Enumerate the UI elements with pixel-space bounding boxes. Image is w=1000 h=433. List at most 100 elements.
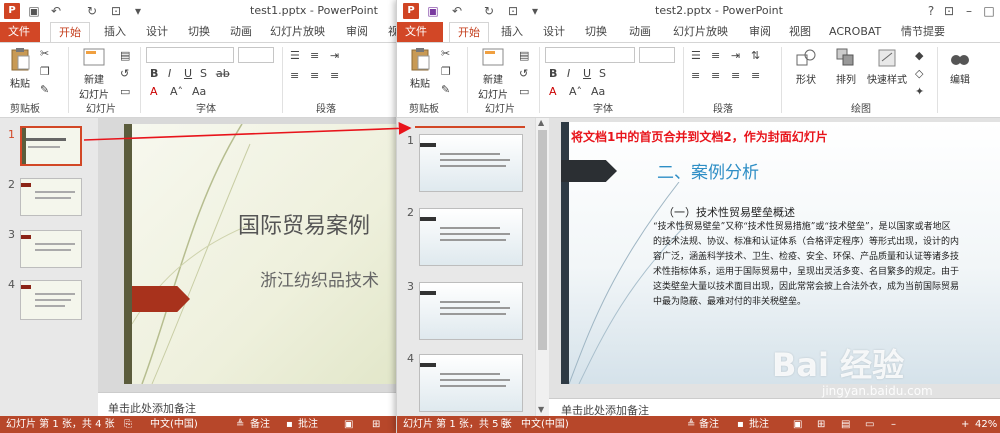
redo-icon[interactable]: ↻: [84, 3, 100, 19]
tab-view[interactable]: 视图: [781, 22, 819, 42]
tab-review[interactable]: 审阅: [338, 22, 376, 42]
notes-pane[interactable]: 单击此处添加备注: [549, 398, 1000, 417]
font-size-select[interactable]: [639, 47, 675, 63]
quick-styles-button[interactable]: 快速样式: [865, 47, 909, 86]
scroll-down-icon[interactable]: ▼: [538, 405, 544, 414]
copy-icon[interactable]: ❐: [441, 65, 451, 78]
slide-sorter-icon[interactable]: ⊞: [372, 416, 380, 433]
layout-icon[interactable]: ▤: [519, 49, 529, 62]
align-left-icon[interactable]: ≡: [290, 69, 299, 82]
underline-icon[interactable]: U: [583, 67, 591, 80]
align-right-icon[interactable]: ≡: [330, 69, 339, 82]
tab-animations[interactable]: 动画: [222, 22, 260, 42]
tab-acrobat[interactable]: ACROBAT: [821, 22, 889, 42]
text-direction-icon[interactable]: ⇅: [751, 49, 760, 62]
language-status[interactable]: 中文(中国): [150, 416, 198, 433]
paste-button[interactable]: 粘贴: [4, 47, 36, 90]
font-name-select[interactable]: [146, 47, 234, 63]
align-right-icon[interactable]: ≡: [731, 69, 740, 82]
comments-icon[interactable]: ▪: [286, 416, 293, 433]
reset-icon[interactable]: ↺: [120, 67, 129, 80]
slideshow-view-icon[interactable]: ▭: [865, 416, 874, 433]
help-icon[interactable]: ?: [923, 3, 939, 19]
scroll-up-icon[interactable]: ▲: [538, 118, 544, 127]
maximize-icon[interactable]: □: [981, 3, 997, 19]
indent-icon[interactable]: ⇥: [731, 49, 740, 62]
align-left-icon[interactable]: ≡: [691, 69, 700, 82]
shape-effects-icon[interactable]: ✦: [915, 85, 924, 98]
tab-storyboarding[interactable]: 情节提要: [893, 22, 953, 42]
save-icon[interactable]: ▣: [425, 3, 441, 19]
tab-animations[interactable]: 动画: [621, 22, 659, 42]
slide-sorter-icon[interactable]: ⊞: [817, 416, 825, 433]
shape-fill-icon[interactable]: ◆: [915, 49, 923, 62]
bullets-icon[interactable]: ☰: [290, 49, 300, 62]
copy-icon[interactable]: ❐: [40, 65, 50, 78]
undo-icon[interactable]: ↶: [48, 3, 64, 19]
spell-check-icon[interactable]: ⎘: [124, 416, 132, 433]
tab-review[interactable]: 审阅: [741, 22, 779, 42]
undo-icon[interactable]: ↶: [449, 3, 465, 19]
layout-icon[interactable]: ▤: [120, 49, 130, 62]
new-slide-button[interactable]: 新建 幻灯片: [72, 47, 116, 101]
zoom-in-icon[interactable]: +: [961, 416, 969, 433]
cut-icon[interactable]: ✂: [40, 47, 49, 60]
format-painter-icon[interactable]: ✎: [40, 83, 49, 96]
section-icon[interactable]: ▭: [519, 85, 529, 98]
slide-thumbnail-2[interactable]: [20, 178, 82, 216]
minimize-icon[interactable]: –: [961, 3, 977, 19]
shadow-icon[interactable]: S: [200, 67, 207, 80]
justify-icon[interactable]: ≡: [751, 69, 760, 82]
redo-icon[interactable]: ↻: [481, 3, 497, 19]
scroll-thumb[interactable]: [538, 130, 547, 350]
shadow-icon[interactable]: S: [599, 67, 606, 80]
tab-file[interactable]: 文件: [0, 22, 40, 42]
notes-icon[interactable]: ≜: [687, 416, 695, 433]
customize-toolbar-icon[interactable]: ▾: [527, 3, 543, 19]
tab-home[interactable]: 开始: [50, 22, 90, 43]
tab-slideshow[interactable]: 幻灯片放映: [262, 22, 333, 42]
strikethrough-icon[interactable]: a̶b̶: [216, 67, 230, 80]
reset-icon[interactable]: ↺: [519, 67, 528, 80]
language-status[interactable]: 中文(中国): [521, 416, 569, 433]
font-size-up-icon[interactable]: A˄: [170, 85, 183, 98]
tab-slideshow[interactable]: 幻灯片放映: [665, 22, 736, 42]
comments-icon[interactable]: ▪: [737, 416, 744, 433]
customize-toolbar-icon[interactable]: ▾: [130, 3, 146, 19]
align-center-icon[interactable]: ≡: [711, 69, 720, 82]
numbering-icon[interactable]: ≡: [310, 49, 319, 62]
tab-design[interactable]: 设计: [138, 22, 176, 42]
normal-view-icon[interactable]: ▣: [344, 416, 353, 433]
comments-toggle[interactable]: 批注: [298, 416, 318, 433]
slide-thumbnail-2[interactable]: [419, 208, 523, 266]
slide-thumbnail-1[interactable]: [20, 126, 82, 166]
reading-view-icon[interactable]: ▤: [841, 416, 850, 433]
font-size-up-icon[interactable]: A˄: [569, 85, 582, 98]
notes-icon[interactable]: ≜: [236, 416, 244, 433]
tab-transitions[interactable]: 切换: [577, 22, 615, 42]
tab-transitions[interactable]: 切换: [180, 22, 218, 42]
spell-check-icon[interactable]: ⎘: [501, 416, 509, 433]
arrange-button[interactable]: 排列: [831, 47, 861, 86]
shapes-button[interactable]: 形状: [791, 47, 821, 86]
normal-view-icon[interactable]: ▣: [793, 416, 802, 433]
slideshow-start-icon[interactable]: ⊡: [108, 3, 124, 19]
slide-editing-canvas[interactable]: 国际贸易案例 浙江纺织品技术: [98, 118, 399, 392]
bullets-icon[interactable]: ☰: [691, 49, 701, 62]
change-case-icon[interactable]: Aa: [591, 85, 605, 98]
slide-thumbnail-1[interactable]: [419, 134, 523, 192]
save-icon[interactable]: ▣: [26, 3, 42, 19]
new-slide-button[interactable]: 新建 幻灯片: [471, 47, 515, 101]
slide-thumbnail-4[interactable]: [419, 354, 523, 412]
notes-pane[interactable]: 单击此处添加备注: [98, 392, 399, 416]
slide-thumbnail-3[interactable]: [419, 282, 523, 340]
italic-icon[interactable]: I: [168, 67, 171, 80]
font-size-select[interactable]: [238, 47, 274, 63]
indent-icon[interactable]: ⇥: [330, 49, 339, 62]
font-color-icon[interactable]: A: [549, 85, 557, 98]
tab-design[interactable]: 设计: [535, 22, 573, 42]
font-color-icon[interactable]: A: [150, 85, 158, 98]
tab-home[interactable]: 开始: [449, 22, 489, 43]
cut-icon[interactable]: ✂: [441, 47, 450, 60]
notes-toggle[interactable]: 备注: [699, 416, 719, 433]
